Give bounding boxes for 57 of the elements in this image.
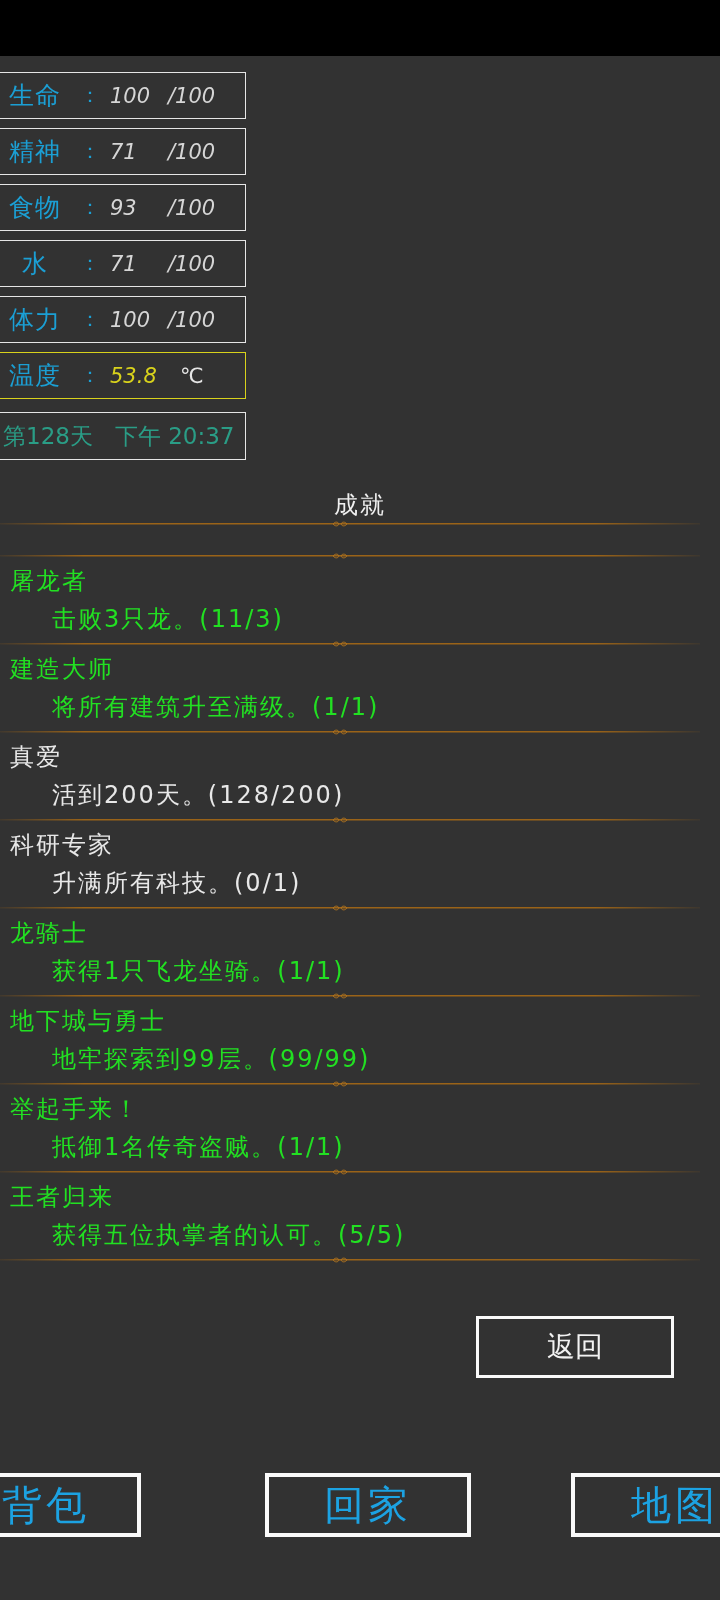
achievement-name: 科研专家 <box>10 830 114 861</box>
divider-ornament-icon <box>332 641 348 647</box>
nav-button[interactable]: 背包 <box>0 1473 141 1537</box>
nav-button[interactable]: 回家 <box>265 1473 471 1537</box>
stat-label: 精神 <box>9 136 61 168</box>
achievement-description: 将所有建筑升至满级。(1/1) <box>52 692 380 723</box>
divider-ornament-icon <box>332 521 348 527</box>
temperature-unit: ℃ <box>180 363 204 388</box>
achievement-name: 地下城与勇士 <box>10 1006 166 1037</box>
achievement-description: 抵御1名传奇盗贼。(1/1) <box>52 1132 345 1163</box>
achievement-name: 王者归来 <box>10 1182 114 1213</box>
divider-ornament-icon <box>332 1257 348 1263</box>
stat-label: 体力 <box>9 304 61 336</box>
colon-separator: ： <box>80 362 100 389</box>
colon-separator: ： <box>80 194 100 221</box>
achievement-description: 升满所有科技。(0/1) <box>52 868 302 899</box>
day-counter: 第128天 <box>3 421 93 451</box>
stat-max: /100 <box>168 195 216 220</box>
colon-separator: ： <box>80 138 100 165</box>
achievement-name: 建造大师 <box>10 654 114 685</box>
stat-max: /100 <box>168 251 216 276</box>
divider-ornament-icon <box>332 1081 348 1087</box>
achievement-name: 龙骑士 <box>10 918 88 949</box>
achievement-name: 举起手来！ <box>10 1094 140 1125</box>
colon-separator: ： <box>80 306 100 333</box>
stat-max: /100 <box>168 139 216 164</box>
stat-label: 生命 <box>9 80 61 112</box>
achievement-description: 活到200天。(128/200) <box>52 780 345 811</box>
divider-ornament-icon <box>332 905 348 911</box>
divider-ornament-icon <box>332 1169 348 1175</box>
achievement-description: 获得1只飞龙坐骑。(1/1) <box>52 956 345 987</box>
stat-value: 71 <box>110 139 137 164</box>
temperature-value: 53.8 <box>110 363 157 388</box>
stat-value: 100 <box>110 307 151 332</box>
time-of-day: 下午 20:37 <box>114 420 235 452</box>
stat-max: /100 <box>168 307 216 332</box>
divider-ornament-icon <box>332 993 348 999</box>
achievements-title: 成就 <box>334 490 386 520</box>
achievement-description: 击败3只龙。(11/3) <box>52 604 284 635</box>
colon-separator: ： <box>80 82 100 109</box>
colon-separator: ： <box>80 250 100 277</box>
nav-button[interactable]: 地图 <box>571 1473 720 1537</box>
stat-label: 水 <box>22 248 48 280</box>
stat-value: 71 <box>110 251 137 276</box>
achievement-name: 屠龙者 <box>10 566 88 597</box>
achievement-name: 真爱 <box>10 742 62 773</box>
stat-value: 100 <box>110 83 151 108</box>
divider-ornament-icon <box>332 729 348 735</box>
achievement-description: 获得五位执掌者的认可。(5/5) <box>52 1220 406 1251</box>
stat-label: 食物 <box>9 192 61 224</box>
back-button[interactable]: 返回 <box>476 1316 674 1378</box>
divider-ornament-icon <box>332 553 348 559</box>
stat-label: 温度 <box>9 360 61 392</box>
stat-max: /100 <box>168 83 216 108</box>
divider-ornament-icon <box>332 817 348 823</box>
stat-value: 93 <box>110 195 137 220</box>
achievement-description: 地牢探索到99层。(99/99) <box>52 1044 371 1075</box>
